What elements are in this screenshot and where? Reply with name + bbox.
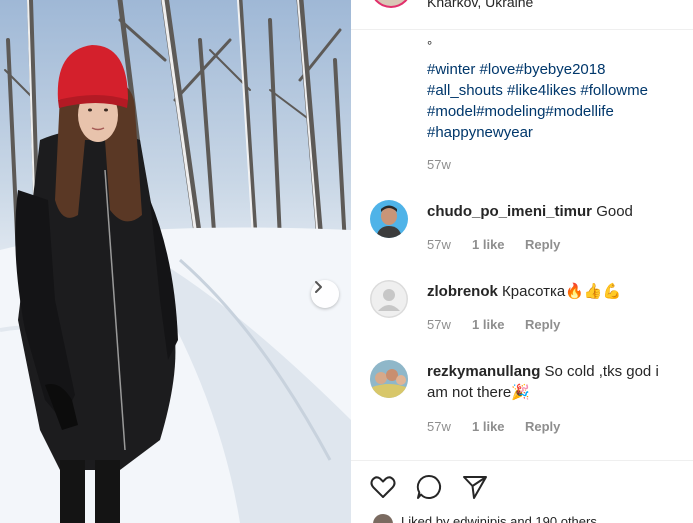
post-header: Kharkov, Ukraine [351,0,693,30]
post-actions [369,473,489,501]
post-photo[interactable] [0,0,351,523]
reply-button[interactable]: Reply [525,419,560,434]
comment-likes[interactable]: 1 like [472,419,525,434]
comments-list: ° #winter #love#byebye2018 #all_shouts #… [351,30,693,460]
actions-divider [351,460,693,461]
comment-text-line: chudo_po_imeni_timur Good [427,201,672,222]
comment-icon[interactable] [415,473,443,501]
comment-username[interactable]: chudo_po_imeni_timur [427,203,592,220]
comment-meta: 57w 1 like Reply [427,237,560,252]
hashtag-line[interactable]: #winter #love#byebye2018 [427,59,687,80]
share-icon[interactable] [461,473,489,501]
commenter-avatar[interactable] [370,280,408,318]
comment-text: Good [596,203,633,220]
photo-scene [0,0,351,523]
reply-button[interactable]: Reply [525,317,560,332]
comment-username[interactable]: zlobrenok [427,283,498,300]
hashtag-line[interactable]: #happynewyear [427,122,687,143]
next-photo-button[interactable] [311,280,339,308]
caption-hashtags: #winter #love#byebye2018 #all_shouts #li… [427,59,687,143]
hashtag-line[interactable]: #all_shouts #like4likes #followme [427,80,687,101]
commenter-avatar[interactable] [370,360,408,398]
comment-time[interactable]: 57w [427,317,472,332]
post-location[interactable]: Kharkov, Ukraine [427,0,533,10]
caption-timestamp[interactable]: 57w [427,157,451,172]
comment-time[interactable]: 57w [427,419,472,434]
post-details-panel: Kharkov, Ukraine ° #winter #love#byebye2… [351,0,693,523]
comment-text-line: rezkymanullang So cold ,tks god i am not… [427,361,672,403]
comment-username[interactable]: rezkymanullang [427,363,540,380]
heart-icon[interactable] [369,473,397,501]
comment-likes[interactable]: 1 like [472,317,525,332]
author-avatar[interactable] [370,0,412,8]
caption-dot: ° [427,38,433,53]
hashtag-line[interactable]: #model#modeling#modellife [427,101,687,122]
avatar-image [370,200,408,238]
avatar-image [370,360,408,398]
comment-likes[interactable]: 1 like [472,237,525,252]
chevron-right-icon [315,281,322,293]
reply-button[interactable]: Reply [525,237,560,252]
commenter-avatar[interactable] [370,200,408,238]
default-avatar-icon [370,280,408,318]
comment-time[interactable]: 57w [427,237,472,252]
comment-meta: 57w 1 like Reply [427,419,560,434]
liked-by-text[interactable]: Liked by edwinipis and 190 others [401,514,597,523]
comment-meta: 57w 1 like Reply [427,317,560,332]
comment-text-line: zlobrenok Красотка🔥👍💪 [427,281,672,302]
liker-avatar[interactable] [373,514,393,523]
comment-text: Красотка🔥👍💪 [502,283,622,300]
